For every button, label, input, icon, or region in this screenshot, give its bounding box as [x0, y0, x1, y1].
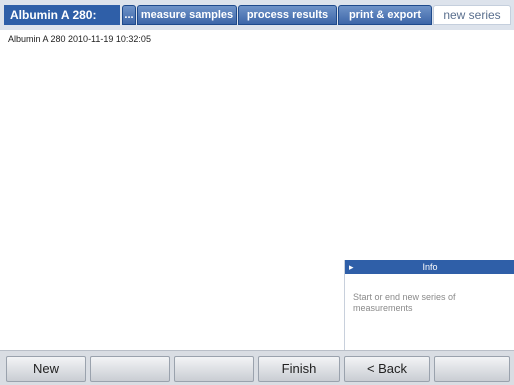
app-title: Albumin A 280: — [4, 5, 120, 25]
button-bar: New Finish < Back — [0, 350, 514, 385]
expand-arrow-icon: ▸ — [349, 262, 354, 272]
info-title: Info — [422, 262, 438, 272]
info-text: Start or end new series of measurements — [353, 292, 456, 313]
tab-measure-samples[interactable]: measure samples — [137, 5, 237, 25]
new-button[interactable]: New — [6, 356, 86, 382]
series-entry[interactable]: Albumin A 280 2010-11-19 10:32:05 — [8, 34, 151, 44]
back-button[interactable]: < Back — [344, 356, 430, 382]
empty-button-3[interactable] — [174, 356, 254, 382]
tab-bar: Albumin A 280: ... measure samples proce… — [0, 0, 514, 30]
tab-previous[interactable]: ... — [122, 5, 136, 25]
empty-button-2[interactable] — [90, 356, 170, 382]
info-panel: Info ▸ Start or end new series of measur… — [344, 260, 514, 350]
empty-button-6[interactable] — [434, 356, 510, 382]
info-header[interactable]: Info ▸ — [345, 260, 514, 274]
tab-process-results[interactable]: process results — [238, 5, 337, 25]
finish-button[interactable]: Finish — [258, 356, 340, 382]
tab-new-series[interactable]: new series — [433, 5, 511, 25]
tab-print-export[interactable]: print & export — [338, 5, 432, 25]
